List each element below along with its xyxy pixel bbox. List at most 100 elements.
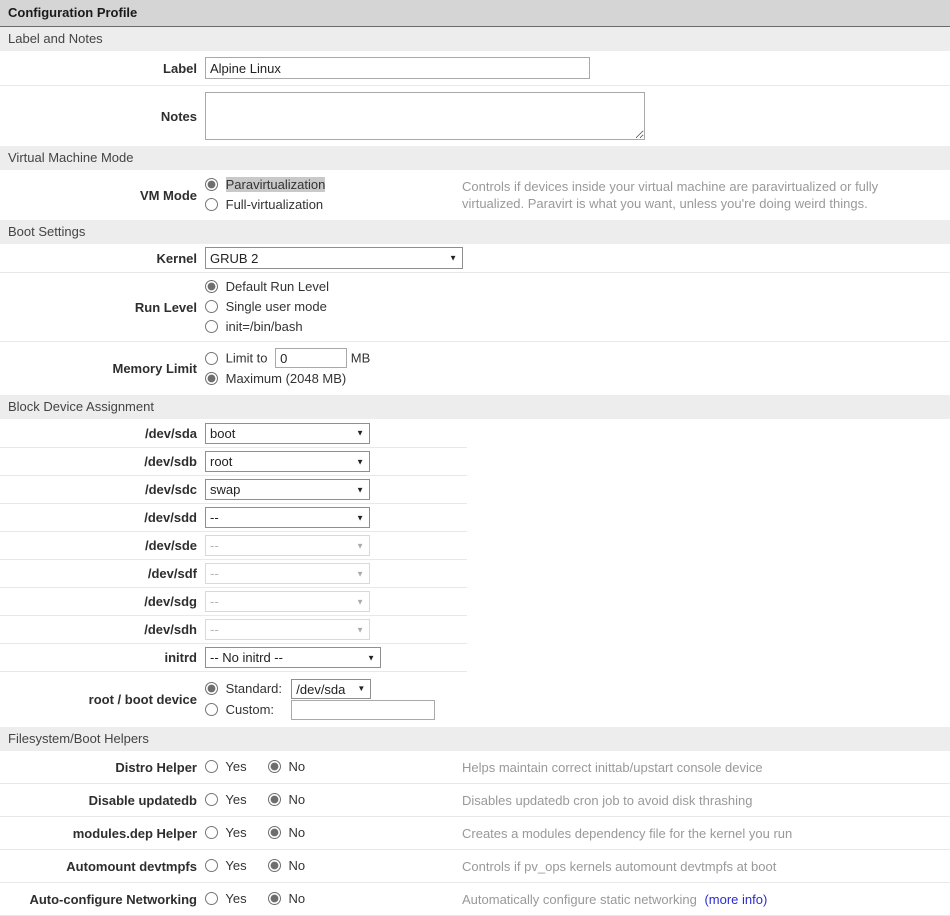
device-sda-select[interactable]: boot [205, 423, 370, 444]
automount-devtmpfs-label: Automount devtmpfs [0, 859, 205, 874]
device-sdf-select: -- [205, 563, 370, 584]
run-level-option-init-bash: init=/bin/bash [205, 317, 950, 337]
memory-limit-option-maximum: Maximum (2048 MB) [205, 369, 950, 389]
default-run-level-radio[interactable] [205, 280, 218, 293]
disable-updatedb-yes-label: Yes [225, 792, 246, 807]
init-bash-label: init=/bin/bash [226, 319, 303, 334]
run-level-row: Run Level Default Run Level Single user … [0, 272, 950, 341]
device-sde-label: /dev/sde [0, 538, 205, 553]
helper-row-automount-devtmpfs: Automount devtmpfs Yes No Controls if pv… [0, 849, 950, 882]
device-sdd-cell: -- ▼ [205, 507, 467, 528]
auto-configure-networking-yes-radio[interactable] [205, 892, 218, 905]
memory-limit-label: Memory Limit [0, 361, 205, 376]
auto-configure-networking-yes-label: Yes [225, 891, 246, 906]
device-row-sdc: /dev/sdc swap ▼ [0, 475, 467, 503]
distro-helper-help-text: Helps maintain correct inittab/upstart c… [462, 759, 950, 776]
standard-root-device-select-wrapper: /dev/sda ▼ [291, 679, 371, 700]
vm-mode-help-text: Controls if devices inside your virtual … [462, 178, 950, 212]
section-header-helpers: Filesystem/Boot Helpers [0, 727, 950, 751]
device-sdg-select: -- [205, 591, 370, 612]
standard-root-device-select[interactable]: /dev/sda [291, 679, 371, 699]
label-input[interactable] [205, 57, 590, 79]
distro-helper-no-radio[interactable] [268, 760, 281, 773]
memory-limit-option-limit-to: Limit to MB [205, 348, 950, 369]
initrd-label: initrd [0, 650, 205, 665]
section-header-label-and-notes: Label and Notes [0, 27, 950, 51]
device-sdg-select-wrapper: -- ▼ [205, 591, 370, 612]
device-sdc-select[interactable]: swap [205, 479, 370, 500]
label-row: Label [0, 51, 950, 85]
custom-root-device-radio[interactable] [205, 703, 218, 716]
kernel-select[interactable]: GRUB 2 [205, 247, 463, 269]
memory-limit-row: Memory Limit Limit to MB Maximum (2048 M… [0, 341, 950, 395]
custom-root-device-input[interactable] [291, 700, 435, 720]
distro-helper-yes-radio[interactable] [205, 760, 218, 773]
auto-configure-networking-help-text: Automatically configure static networkin… [462, 891, 950, 908]
device-sdg-cell: -- ▼ [205, 591, 467, 612]
automount-devtmpfs-yes-radio[interactable] [205, 859, 218, 872]
modules-dep-options: Yes No [205, 823, 462, 843]
device-sdc-label: /dev/sdc [0, 482, 205, 497]
memory-limit-input[interactable] [275, 348, 347, 368]
root-device-option-custom: Custom: [205, 700, 467, 721]
modules-dep-help-text: Creates a modules dependency file for th… [462, 825, 950, 842]
kernel-row: Kernel GRUB 2 ▼ [0, 244, 950, 272]
run-level-option-single-user: Single user mode [205, 297, 950, 317]
device-sdb-label: /dev/sdb [0, 454, 205, 469]
device-sda-cell: boot ▼ [205, 423, 467, 444]
init-bash-radio[interactable] [205, 320, 218, 333]
automount-devtmpfs-help-text: Controls if pv_ops kernels automount dev… [462, 858, 950, 875]
auto-configure-networking-label: Auto-configure Networking [0, 892, 205, 907]
device-sdd-label: /dev/sdd [0, 510, 205, 525]
initrd-select[interactable]: -- No initrd -- [205, 647, 381, 668]
disable-updatedb-no-radio[interactable] [268, 793, 281, 806]
section-helpers: Distro Helper Yes No Helps maintain corr… [0, 751, 950, 916]
initrd-select-wrapper: -- No initrd -- ▼ [205, 647, 381, 668]
memory-limit-options: Limit to MB Maximum (2048 MB) [205, 348, 950, 389]
vm-mode-option-paravirtualization: Paravirtualization [205, 175, 462, 195]
initrd-cell: -- No initrd -- ▼ [205, 647, 467, 668]
device-row-sdf: /dev/sdf -- ▼ [0, 559, 467, 587]
device-sda-select-wrapper: boot ▼ [205, 423, 370, 444]
section-header-boot-settings: Boot Settings [0, 220, 950, 244]
helper-row-disable-updatedb: Disable updatedb Yes No Disables updated… [0, 783, 950, 816]
single-user-mode-label: Single user mode [226, 299, 327, 314]
kernel-label: Kernel [0, 251, 205, 266]
device-sdd-select[interactable]: -- [205, 507, 370, 528]
notes-textarea[interactable] [205, 92, 645, 140]
device-row-sdd: /dev/sdd -- ▼ [0, 503, 467, 531]
disable-updatedb-no-label: No [288, 792, 305, 807]
root-boot-device-row: root / boot device Standard: /dev/sda ▼ … [0, 671, 467, 727]
modules-dep-yes-radio[interactable] [205, 826, 218, 839]
section-block-devices: /dev/sda boot ▼ /dev/sdb root ▼ /dev/sdc [0, 419, 467, 727]
device-sde-select-wrapper: -- ▼ [205, 535, 370, 556]
automount-devtmpfs-no-radio[interactable] [268, 859, 281, 872]
maximum-memory-radio[interactable] [205, 372, 218, 385]
disable-updatedb-help-text: Disables updatedb cron job to avoid disk… [462, 792, 950, 809]
disable-updatedb-yes-radio[interactable] [205, 793, 218, 806]
device-sde-select: -- [205, 535, 370, 556]
device-sdb-select[interactable]: root [205, 451, 370, 472]
kernel-field-cell: GRUB 2 ▼ [205, 247, 950, 269]
section-header-block-devices: Block Device Assignment [0, 395, 950, 419]
automount-devtmpfs-yes-label: Yes [225, 858, 246, 873]
initrd-row: initrd -- No initrd -- ▼ [0, 643, 467, 671]
section-boot-settings: Kernel GRUB 2 ▼ Run Level Default Run Le… [0, 244, 950, 395]
section-vm-mode: VM Mode Paravirtualization Full-virtuali… [0, 170, 950, 220]
full-virtualization-radio[interactable] [205, 198, 218, 211]
single-user-mode-radio[interactable] [205, 300, 218, 313]
distro-helper-label: Distro Helper [0, 760, 205, 775]
modules-dep-no-radio[interactable] [268, 826, 281, 839]
device-row-sdh: /dev/sdh -- ▼ [0, 615, 467, 643]
limit-to-radio[interactable] [205, 352, 218, 365]
more-info-link[interactable]: (more info) [704, 892, 767, 907]
device-sdh-label: /dev/sdh [0, 622, 205, 637]
paravirtualization-radio[interactable] [205, 178, 218, 191]
device-row-sde: /dev/sde -- ▼ [0, 531, 467, 559]
standard-root-device-radio[interactable] [205, 682, 218, 695]
device-row-sdb: /dev/sdb root ▼ [0, 447, 467, 475]
auto-configure-networking-no-radio[interactable] [268, 892, 281, 905]
device-sdh-select: -- [205, 619, 370, 640]
vm-mode-label: VM Mode [0, 188, 205, 203]
automount-devtmpfs-no-label: No [288, 858, 305, 873]
